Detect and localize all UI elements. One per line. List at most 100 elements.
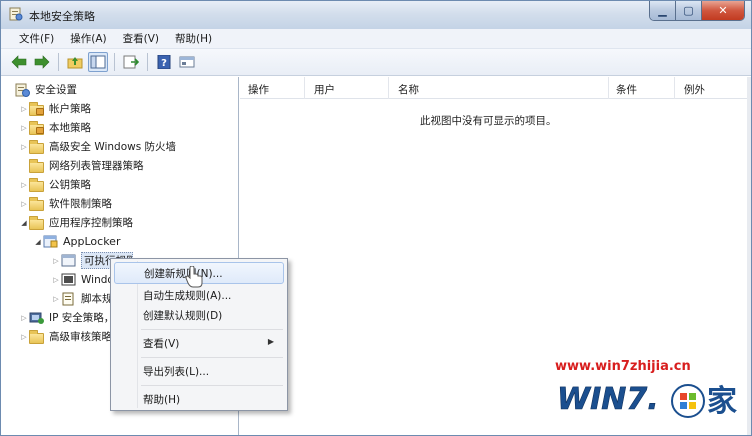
expand-arrow-icon[interactable]: ▷ xyxy=(19,105,29,113)
tree-label: 应用程序控制策略 xyxy=(49,217,133,229)
expand-arrow-icon[interactable]: ▷ xyxy=(51,295,61,303)
expand-arrow-icon[interactable]: ▷ xyxy=(51,257,61,265)
window-controls: ▁ ▢ ✕ xyxy=(649,1,745,21)
up-level-button[interactable] xyxy=(65,52,85,72)
folder-up-icon xyxy=(67,57,83,69)
tree-label: 网络列表管理器策略 xyxy=(49,160,144,172)
folder-icon xyxy=(29,120,45,135)
vertical-scrollbar[interactable] xyxy=(747,77,751,435)
tree-item-applocker[interactable]: ◢ AppLocker xyxy=(33,232,120,251)
folder-icon xyxy=(29,177,45,192)
expand-arrow-icon[interactable]: ▷ xyxy=(19,124,29,132)
expand-arrow-icon[interactable]: ▷ xyxy=(19,333,29,341)
hand-cursor-icon xyxy=(185,266,203,288)
folder-icon xyxy=(29,329,45,344)
watermark-url: www.win7zhijia.cn xyxy=(555,359,691,374)
back-button[interactable] xyxy=(9,52,29,72)
menu-item-label: 创建新规则(N)... xyxy=(144,267,223,280)
column-divider[interactable] xyxy=(388,77,389,99)
tree-item-advanced-audit[interactable]: ▷ 高级审核策略配置 xyxy=(19,327,123,346)
tree-label: 公钥策略 xyxy=(49,179,91,191)
folder-icon xyxy=(29,158,45,173)
tree-item-account-policies[interactable]: ▷ 帐户策略 xyxy=(19,99,91,118)
tree-item-application-control[interactable]: ◢ 应用程序控制策略 xyxy=(19,213,133,232)
menu-item-help[interactable]: 帮助(H) xyxy=(114,388,284,410)
context-menu-separator xyxy=(141,357,283,358)
rules-icon xyxy=(61,254,76,266)
close-button[interactable]: ✕ xyxy=(702,1,744,20)
help-icon: ? xyxy=(157,55,171,69)
console-tree-icon xyxy=(90,55,106,69)
minimize-button[interactable]: ▁ xyxy=(650,1,676,20)
window-title: 本地安全策略 xyxy=(29,10,95,23)
svg-text:?: ? xyxy=(161,58,167,69)
column-header-action[interactable]: 操作 xyxy=(248,82,269,97)
menu-item-label: 查看(V) xyxy=(143,337,180,350)
expand-arrow-icon[interactable]: ▷ xyxy=(19,143,29,151)
expand-arrow-icon[interactable]: ▷ xyxy=(19,200,29,208)
expand-arrow-icon[interactable]: ▷ xyxy=(19,181,29,189)
submenu-arrow-icon: ▶ xyxy=(267,337,274,346)
svg-text:WIN7.: WIN7. xyxy=(557,382,659,417)
collapse-arrow-icon[interactable]: ◢ xyxy=(19,219,29,227)
folder-icon xyxy=(29,196,45,211)
menu-item-create-default-rules[interactable]: 创建默认规则(D) xyxy=(114,304,284,326)
title-bar[interactable]: 本地安全策略 ▁ ▢ ✕ xyxy=(1,1,751,29)
win7-home-logo: WIN7. 家 xyxy=(557,382,737,419)
properties-button[interactable] xyxy=(177,52,197,72)
expand-arrow-icon[interactable]: ▷ xyxy=(51,276,61,284)
folder-icon xyxy=(29,139,45,154)
export-list-icon xyxy=(123,55,139,69)
tree-item-local-policies[interactable]: ▷ 本地策略 xyxy=(19,118,91,137)
menu-item-label: 自动生成规则(A)... xyxy=(143,289,232,302)
expand-arrow-icon[interactable]: ▷ xyxy=(19,314,29,322)
menu-help[interactable]: 帮助(H) xyxy=(167,31,220,46)
column-header-exception[interactable]: 例外 xyxy=(684,82,705,97)
menu-file[interactable]: 文件(F) xyxy=(11,31,62,46)
tree-item-software-restriction[interactable]: ▷ 软件限制策略 xyxy=(19,194,112,213)
tree-item-ip-security[interactable]: ▷ IP 安全策略，在 本地计算机 xyxy=(19,308,123,327)
forward-arrow-icon xyxy=(34,55,50,69)
folder-icon xyxy=(29,101,45,116)
tree-item-security-settings[interactable]: 安全设置 xyxy=(5,80,77,99)
folder-icon xyxy=(29,215,45,230)
column-divider[interactable] xyxy=(674,77,675,99)
applocker-icon xyxy=(43,235,58,247)
toolbar: ? xyxy=(1,49,751,76)
menu-action[interactable]: 操作(A) xyxy=(62,31,114,46)
column-divider[interactable] xyxy=(304,77,305,99)
menu-view[interactable]: 查看(V) xyxy=(115,31,167,46)
show-hide-tree-button[interactable] xyxy=(88,52,108,72)
menu-item-label: 导出列表(L)... xyxy=(143,365,210,378)
context-menu-separator xyxy=(141,329,283,330)
help-button[interactable]: ? xyxy=(154,52,174,72)
tree-label: AppLocker xyxy=(63,235,121,248)
ip-security-icon xyxy=(29,312,44,324)
toolbar-separator xyxy=(147,53,148,71)
tree-label: 高级安全 Windows 防火墙 xyxy=(49,141,177,153)
menu-item-label: 创建默认规则(D) xyxy=(143,309,223,322)
tree-item-network-list-manager[interactable]: 网络列表管理器策略 xyxy=(19,156,144,175)
menu-item-view[interactable]: 查看(V) ▶ xyxy=(114,332,284,354)
column-header-name[interactable]: 名称 xyxy=(398,82,419,97)
tree-label: 安全设置 xyxy=(35,84,77,96)
column-header-condition[interactable]: 条件 xyxy=(616,82,637,97)
tree-label: 帐户策略 xyxy=(49,103,91,115)
back-arrow-icon xyxy=(11,55,27,69)
local-security-policy-icon xyxy=(9,7,23,21)
properties-icon xyxy=(179,56,195,68)
tree-item-public-key-policies[interactable]: ▷ 公钥策略 xyxy=(19,175,91,194)
forward-button[interactable] xyxy=(32,52,52,72)
toolbar-separator xyxy=(58,53,59,71)
context-menu-separator xyxy=(141,385,283,386)
menu-item-export-list[interactable]: 导出列表(L)... xyxy=(114,360,284,382)
collapse-arrow-icon[interactable]: ◢ xyxy=(33,238,43,246)
tree-label: 本地策略 xyxy=(49,122,91,134)
maximize-button[interactable]: ▢ xyxy=(676,1,702,20)
toolbar-separator xyxy=(114,53,115,71)
installer-rules-icon xyxy=(61,273,76,285)
export-list-button[interactable] xyxy=(121,52,141,72)
tree-item-windows-firewall[interactable]: ▷ 高级安全 Windows 防火墙 xyxy=(19,137,176,156)
column-divider[interactable] xyxy=(608,77,609,99)
column-header-user[interactable]: 用户 xyxy=(314,82,335,97)
